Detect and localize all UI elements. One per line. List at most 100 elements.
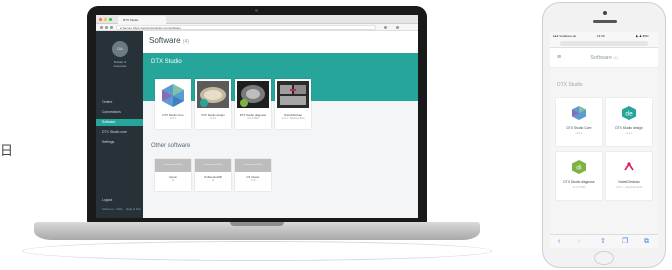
product-card[interactable]: DTX Studio Core v3.0.1 bbox=[155, 79, 191, 129]
software-name: OnDemand3D bbox=[204, 175, 222, 179]
phone-product-card[interactable]: DTX Studio Core v3.0.1 bbox=[556, 98, 602, 146]
product-name: DTX Studio design bbox=[201, 113, 225, 117]
phone-speaker bbox=[593, 20, 617, 23]
help-link[interactable]: Help & Info bbox=[126, 207, 141, 211]
star-icon[interactable] bbox=[384, 26, 387, 29]
product-version: v2.5.1 - Windows Beta bbox=[281, 118, 305, 120]
phone-product-card[interactable]: di DTX Studio diagnose v2.4.0 PRO bbox=[556, 152, 602, 200]
tabs-icon[interactable]: ⧉ bbox=[644, 238, 649, 246]
sidebar-item-orders[interactable]: Orders bbox=[96, 99, 143, 106]
bookmarks-icon[interactable]: ❐ bbox=[622, 238, 628, 246]
url-pill[interactable] bbox=[560, 41, 648, 46]
page-title: Software (4) bbox=[149, 36, 189, 45]
footer-links[interactable]: About us · FAQ bbox=[102, 207, 123, 211]
phone-title-text: Software bbox=[590, 55, 612, 61]
phone: ●●● Vodafone.de 14:26 ▶ ♟ 89% ≡ Software… bbox=[542, 2, 666, 268]
close-window-icon[interactable] bbox=[99, 18, 102, 21]
other-software-card[interactable]: No image available Xenon v4 bbox=[155, 159, 191, 191]
phone-address-bar[interactable] bbox=[550, 39, 658, 48]
product-version: v1.0.2 bbox=[209, 118, 217, 120]
section-title-other-software: Other software bbox=[151, 143, 191, 149]
dental-scan-image bbox=[197, 81, 229, 108]
maximize-window-icon[interactable] bbox=[109, 18, 112, 21]
home-button[interactable] bbox=[594, 251, 614, 265]
product-version: v2.4.0 PRO bbox=[247, 118, 259, 120]
software-version: v.3.0 bbox=[250, 180, 256, 182]
battery-label: ▶ ♟ 89% bbox=[636, 34, 649, 38]
address-bar[interactable]: ● Secure https://portal.dtxstudio.com/so… bbox=[116, 25, 376, 30]
phone-section-title: DTX Studio bbox=[557, 82, 583, 88]
svg-text:de: de bbox=[625, 111, 633, 118]
product-name: DTX Studio design bbox=[615, 126, 643, 130]
svg-text:di: di bbox=[576, 165, 582, 172]
page-count: (4) bbox=[182, 39, 189, 45]
avatar[interactable]: DA bbox=[112, 41, 128, 57]
sidebar-item-connections[interactable]: Connections bbox=[96, 109, 143, 116]
app-main: Software (4) DTX Studio DTX Studio Core … bbox=[143, 31, 418, 218]
sidebar-item-settings[interactable]: Settings bbox=[96, 139, 143, 146]
back-icon[interactable]: ‹ bbox=[558, 238, 560, 246]
product-name: DTX Studio diagnose bbox=[239, 113, 267, 117]
product-name: NobelClinician bbox=[284, 113, 302, 117]
phone-screen: ●●● Vodafone.de 14:26 ▶ ♟ 89% ≡ Software… bbox=[550, 32, 658, 248]
browser-tab[interactable]: DTX Studio bbox=[118, 16, 166, 24]
phone-product-card[interactable]: de DTX Studio design v1.0.2 bbox=[606, 98, 652, 146]
product-version: v3.0.1 bbox=[575, 132, 583, 135]
section-title-dtx-studio: DTX Studio bbox=[151, 59, 182, 65]
product-showcase: 日 DTX Studio ● Secure https://portal.dtx… bbox=[0, 0, 672, 270]
share-icon[interactable]: ⇧ bbox=[600, 238, 606, 246]
phone-camera bbox=[603, 11, 607, 15]
reload-icon[interactable] bbox=[110, 26, 113, 29]
product-card[interactable]: NobelClinician v2.5.1 - Windows Beta bbox=[275, 79, 311, 129]
menu-icon[interactable] bbox=[396, 26, 399, 29]
ct-scan-image bbox=[277, 81, 309, 108]
sidebar-item-dtx-studio-core[interactable]: DTX Studio core bbox=[96, 129, 143, 136]
software-name: CS Viewer bbox=[246, 175, 260, 179]
other-software-card[interactable]: No image available CS Viewer v.3.0 bbox=[235, 159, 271, 191]
stray-glyph: 日 bbox=[0, 144, 14, 159]
sidebar-item-software[interactable]: Software bbox=[96, 119, 143, 126]
dental-xray-image bbox=[237, 81, 269, 108]
laptop: DTX Studio ● Secure https://portal.dtxst… bbox=[87, 6, 427, 224]
browser-address-row: ● Secure https://portal.dtxstudio.com/so… bbox=[96, 24, 418, 31]
product-version: v1.0.2 bbox=[625, 132, 633, 135]
product-name: DTX Studio Core bbox=[566, 126, 592, 130]
dtx-diagnose-icon: di bbox=[572, 160, 586, 174]
dtx-core-icon bbox=[157, 81, 189, 108]
user-name: Builder & Associate bbox=[113, 60, 127, 68]
forward-icon[interactable] bbox=[105, 26, 108, 29]
image-placeholder: No image available bbox=[195, 159, 231, 172]
minimize-window-icon[interactable] bbox=[104, 18, 107, 21]
phone-page-title: Software (4) bbox=[550, 55, 658, 61]
clock-label: 14:26 bbox=[597, 34, 605, 38]
laptop-notch bbox=[230, 222, 284, 226]
product-card[interactable]: DTX Studio diagnose v2.4.0 PRO bbox=[235, 79, 271, 129]
back-icon[interactable] bbox=[100, 26, 103, 29]
status-bar: ●●● Vodafone.de 14:26 ▶ ♟ 89% bbox=[550, 32, 658, 39]
dtx-design-icon: de bbox=[622, 106, 636, 120]
nobelclinician-icon bbox=[624, 162, 634, 171]
phone-page-count: (4) bbox=[613, 56, 618, 60]
other-software-card[interactable]: No image available OnDemand3D v4 bbox=[195, 159, 231, 191]
page-title-text: Software bbox=[149, 36, 181, 45]
product-card[interactable]: DTX Studio design v1.0.2 bbox=[195, 79, 231, 129]
product-name: NobelClinician bbox=[618, 180, 640, 184]
product-version: v2.4.0 PRO bbox=[572, 186, 586, 189]
browser-title-bar: DTX Studio bbox=[96, 15, 418, 24]
logout-link[interactable]: Logout bbox=[102, 198, 112, 202]
software-version: v4 bbox=[171, 180, 175, 182]
image-placeholder: No image available bbox=[235, 159, 271, 172]
product-name: DTX Studio Core bbox=[162, 113, 184, 117]
forward-icon[interactable]: › bbox=[578, 238, 580, 246]
safari-toolbar: ‹ › ⇧ ❐ ⧉ bbox=[550, 234, 658, 248]
dtx-core-icon bbox=[572, 106, 586, 120]
image-placeholder: No image available bbox=[155, 159, 191, 172]
software-name: Xenon bbox=[168, 175, 178, 179]
laptop-screen: DTX Studio ● Secure https://portal.dtxst… bbox=[96, 15, 418, 218]
page-header: Software (4) bbox=[143, 31, 418, 53]
software-version: v4 bbox=[211, 180, 215, 182]
laptop-camera bbox=[255, 9, 258, 12]
product-version: v2.5.1 - Windows Beta bbox=[616, 186, 642, 189]
phone-product-card[interactable]: NobelClinician v2.5.1 - Windows Beta bbox=[606, 152, 652, 200]
laptop-base bbox=[34, 222, 480, 240]
